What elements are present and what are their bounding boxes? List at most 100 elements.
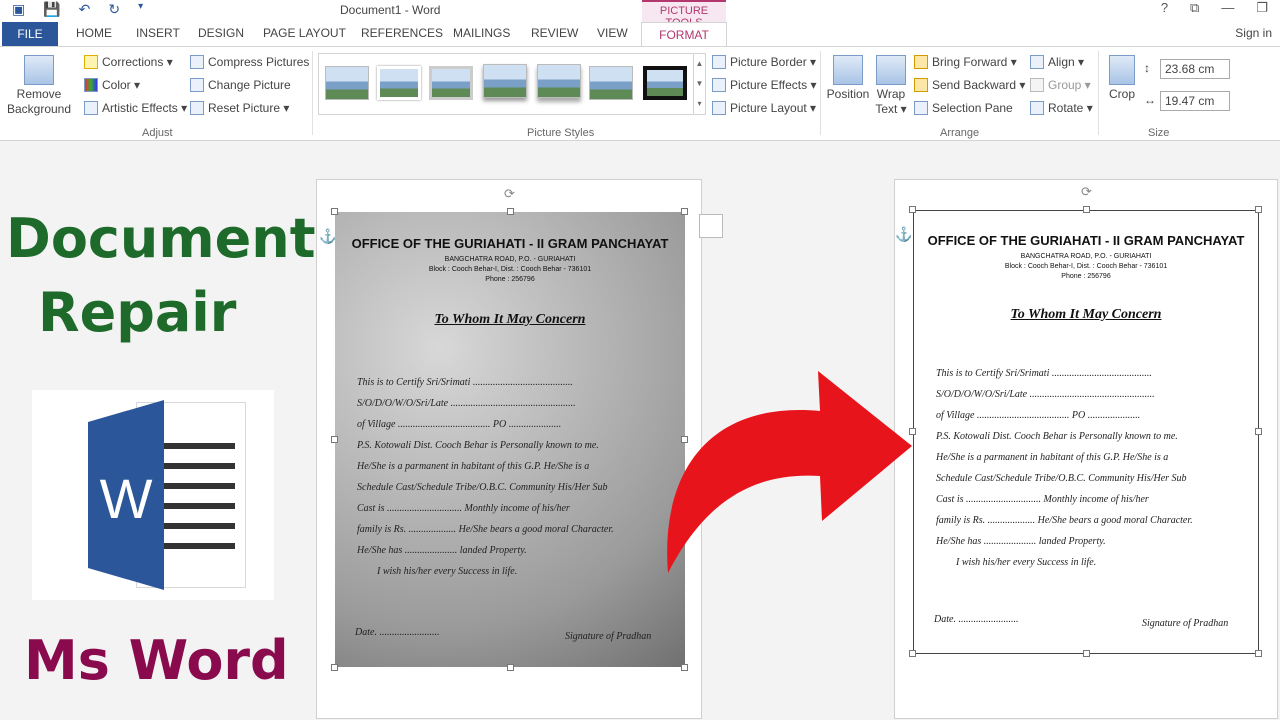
artistic-effects-button[interactable]: Artistic Effects ▾ — [84, 101, 187, 115]
tab-view[interactable]: VIEW — [597, 26, 628, 40]
rotate-handle-icon[interactable]: ⟳ — [1081, 184, 1092, 200]
resize-handle[interactable] — [507, 208, 514, 215]
resize-handle[interactable] — [909, 206, 916, 213]
document-workspace: ⚓ OFFICE OF THE GURIAHATI - II GRAM PANC… — [0, 141, 1280, 720]
remove-background-icon — [24, 55, 54, 85]
picture-effects-button[interactable]: Picture Effects ▾ — [712, 78, 817, 92]
red-arrow-icon — [667, 371, 912, 573]
position-button[interactable]: Position — [826, 55, 870, 102]
doc-date: Date. ........................ — [355, 627, 440, 638]
redo-icon[interactable]: ↻ — [108, 1, 120, 18]
align-button[interactable]: Align ▾ — [1030, 55, 1084, 69]
selection-pane-button[interactable]: Selection Pane — [914, 101, 1013, 115]
svg-text:W: W — [100, 467, 153, 530]
overlay-text-document: Document — [6, 207, 316, 270]
doc-office-title: OFFICE OF THE GURIAHATI - II GRAM PANCHA… — [351, 236, 669, 251]
resize-handle[interactable] — [909, 650, 916, 657]
tab-page-layout[interactable]: PAGE LAYOUT — [263, 26, 346, 40]
group-icon — [1030, 78, 1044, 92]
help-icon[interactable]: ? — [1161, 0, 1168, 16]
minimize-icon[interactable]: — — [1221, 0, 1234, 16]
doc-signature: Signature of Pradhan — [1142, 618, 1229, 629]
tab-home[interactable]: HOME — [76, 26, 112, 40]
picture-layout-button[interactable]: Picture Layout ▾ — [712, 101, 816, 115]
rotate-icon — [1030, 101, 1044, 115]
doc-heading: To Whom It May Concern — [1010, 307, 1162, 322]
doc-heading: To Whom It May Concern — [434, 312, 586, 327]
resize-handle[interactable] — [681, 208, 688, 215]
word-w-icon: W — [88, 400, 164, 590]
resize-handle[interactable] — [331, 664, 338, 671]
repaired-document-photo[interactable]: OFFICE OF THE GURIAHATI - II GRAM PANCHA… — [913, 210, 1259, 654]
picture-styles-gallery: ▲ ▼ ▾ — [318, 53, 706, 115]
resize-handle[interactable] — [681, 664, 688, 671]
doc-phone: Phone : 256796 — [1061, 273, 1111, 280]
compress-pictures-button[interactable]: Compress Pictures — [190, 55, 309, 69]
picture-style-2[interactable] — [377, 66, 421, 100]
resize-handle[interactable] — [1255, 206, 1262, 213]
restore-icon[interactable]: ❐ — [1256, 0, 1268, 16]
ribbon-tabs: FILE HOME INSERT DESIGN PAGE LAYOUT REFE… — [0, 22, 1280, 48]
picture-style-1[interactable] — [325, 66, 369, 100]
picture-border-button[interactable]: Picture Border ▾ — [712, 55, 816, 69]
crop-icon — [1109, 55, 1135, 85]
corrections-button[interactable]: Corrections ▾ — [84, 55, 173, 69]
picture-style-4[interactable] — [483, 64, 527, 98]
rotate-button[interactable]: Rotate ▾ — [1030, 101, 1093, 115]
picture-style-5[interactable] — [537, 64, 581, 98]
picture-style-3[interactable] — [429, 66, 473, 100]
resize-handle[interactable] — [1255, 650, 1262, 657]
shape-width-input[interactable]: 19.47 cm — [1160, 91, 1230, 111]
shape-width-icon: ↔ — [1144, 93, 1156, 107]
shape-height-input[interactable]: 23.68 cm — [1160, 59, 1230, 79]
tab-mailings[interactable]: MAILINGS — [453, 26, 510, 40]
reset-picture-icon — [190, 101, 204, 115]
group-separator — [312, 51, 313, 135]
picture-style-6[interactable] — [589, 66, 633, 100]
window-title: Document1 - Word — [340, 3, 441, 17]
anchor-icon: ⚓ — [319, 228, 337, 244]
overlay-text-repair: Repair — [38, 281, 237, 344]
sign-in-link[interactable]: Sign in — [1235, 26, 1272, 40]
reset-picture-button[interactable]: Reset Picture ▾ — [190, 101, 289, 115]
resize-handle[interactable] — [331, 436, 338, 443]
rotate-handle-icon[interactable]: ⟳ — [504, 186, 515, 202]
resize-handle[interactable] — [507, 664, 514, 671]
ribbon-display-icon[interactable]: ⧉ — [1190, 0, 1199, 16]
bring-forward-button[interactable]: Bring Forward ▾ — [914, 55, 1017, 69]
tab-file[interactable]: FILE — [2, 22, 58, 46]
tab-insert[interactable]: INSERT — [136, 26, 180, 40]
document-page-right: ⚓ OFFICE OF THE GURIAHATI - II GRAM PANC… — [894, 179, 1278, 719]
remove-background-button[interactable]: Remove Background — [6, 55, 72, 117]
crumpled-document-photo[interactable]: OFFICE OF THE GURIAHATI - II GRAM PANCHA… — [335, 212, 685, 667]
resize-handle[interactable] — [1255, 428, 1262, 435]
resize-handle[interactable] — [331, 208, 338, 215]
word-app-icon: ▣ — [12, 1, 26, 17]
picture-style-7[interactable] — [643, 66, 687, 100]
tab-format[interactable]: FORMAT — [641, 22, 727, 48]
wrap-text-button[interactable]: Wrap Text ▾ — [872, 55, 910, 117]
crop-button[interactable]: Crop — [1104, 55, 1140, 102]
color-icon — [84, 78, 98, 92]
tab-design[interactable]: DESIGN — [198, 26, 244, 40]
undo-icon[interactable]: ↶ — [79, 1, 91, 18]
change-picture-button[interactable]: Change Picture — [190, 78, 291, 92]
change-picture-icon — [190, 78, 204, 92]
group-button[interactable]: Group ▾ — [1030, 78, 1091, 92]
document-page-left: ⚓ OFFICE OF THE GURIAHATI - II GRAM PANC… — [316, 179, 723, 719]
ms-word-logo: W — [32, 390, 274, 600]
gallery-scroll[interactable]: ▲ ▼ ▾ — [693, 54, 705, 114]
tab-references[interactable]: REFERENCES — [361, 26, 443, 40]
overlay-text-ms-word: Ms Word — [24, 629, 289, 692]
resize-handle[interactable] — [1083, 650, 1090, 657]
picture-effects-icon — [712, 78, 726, 92]
tab-review[interactable]: REVIEW — [531, 26, 578, 40]
save-icon[interactable]: 💾 — [43, 1, 60, 18]
send-backward-button[interactable]: Send Backward ▾ — [914, 78, 1025, 92]
color-button[interactable]: Color ▾ — [84, 78, 140, 92]
resize-handle[interactable] — [1083, 206, 1090, 213]
ribbon: Remove Background Corrections ▾ Color ▾ … — [0, 46, 1280, 141]
doc-signature: Signature of Pradhan — [565, 631, 652, 642]
customize-qa-icon[interactable]: ▾ — [138, 1, 143, 18]
layout-options-icon[interactable] — [699, 214, 723, 238]
